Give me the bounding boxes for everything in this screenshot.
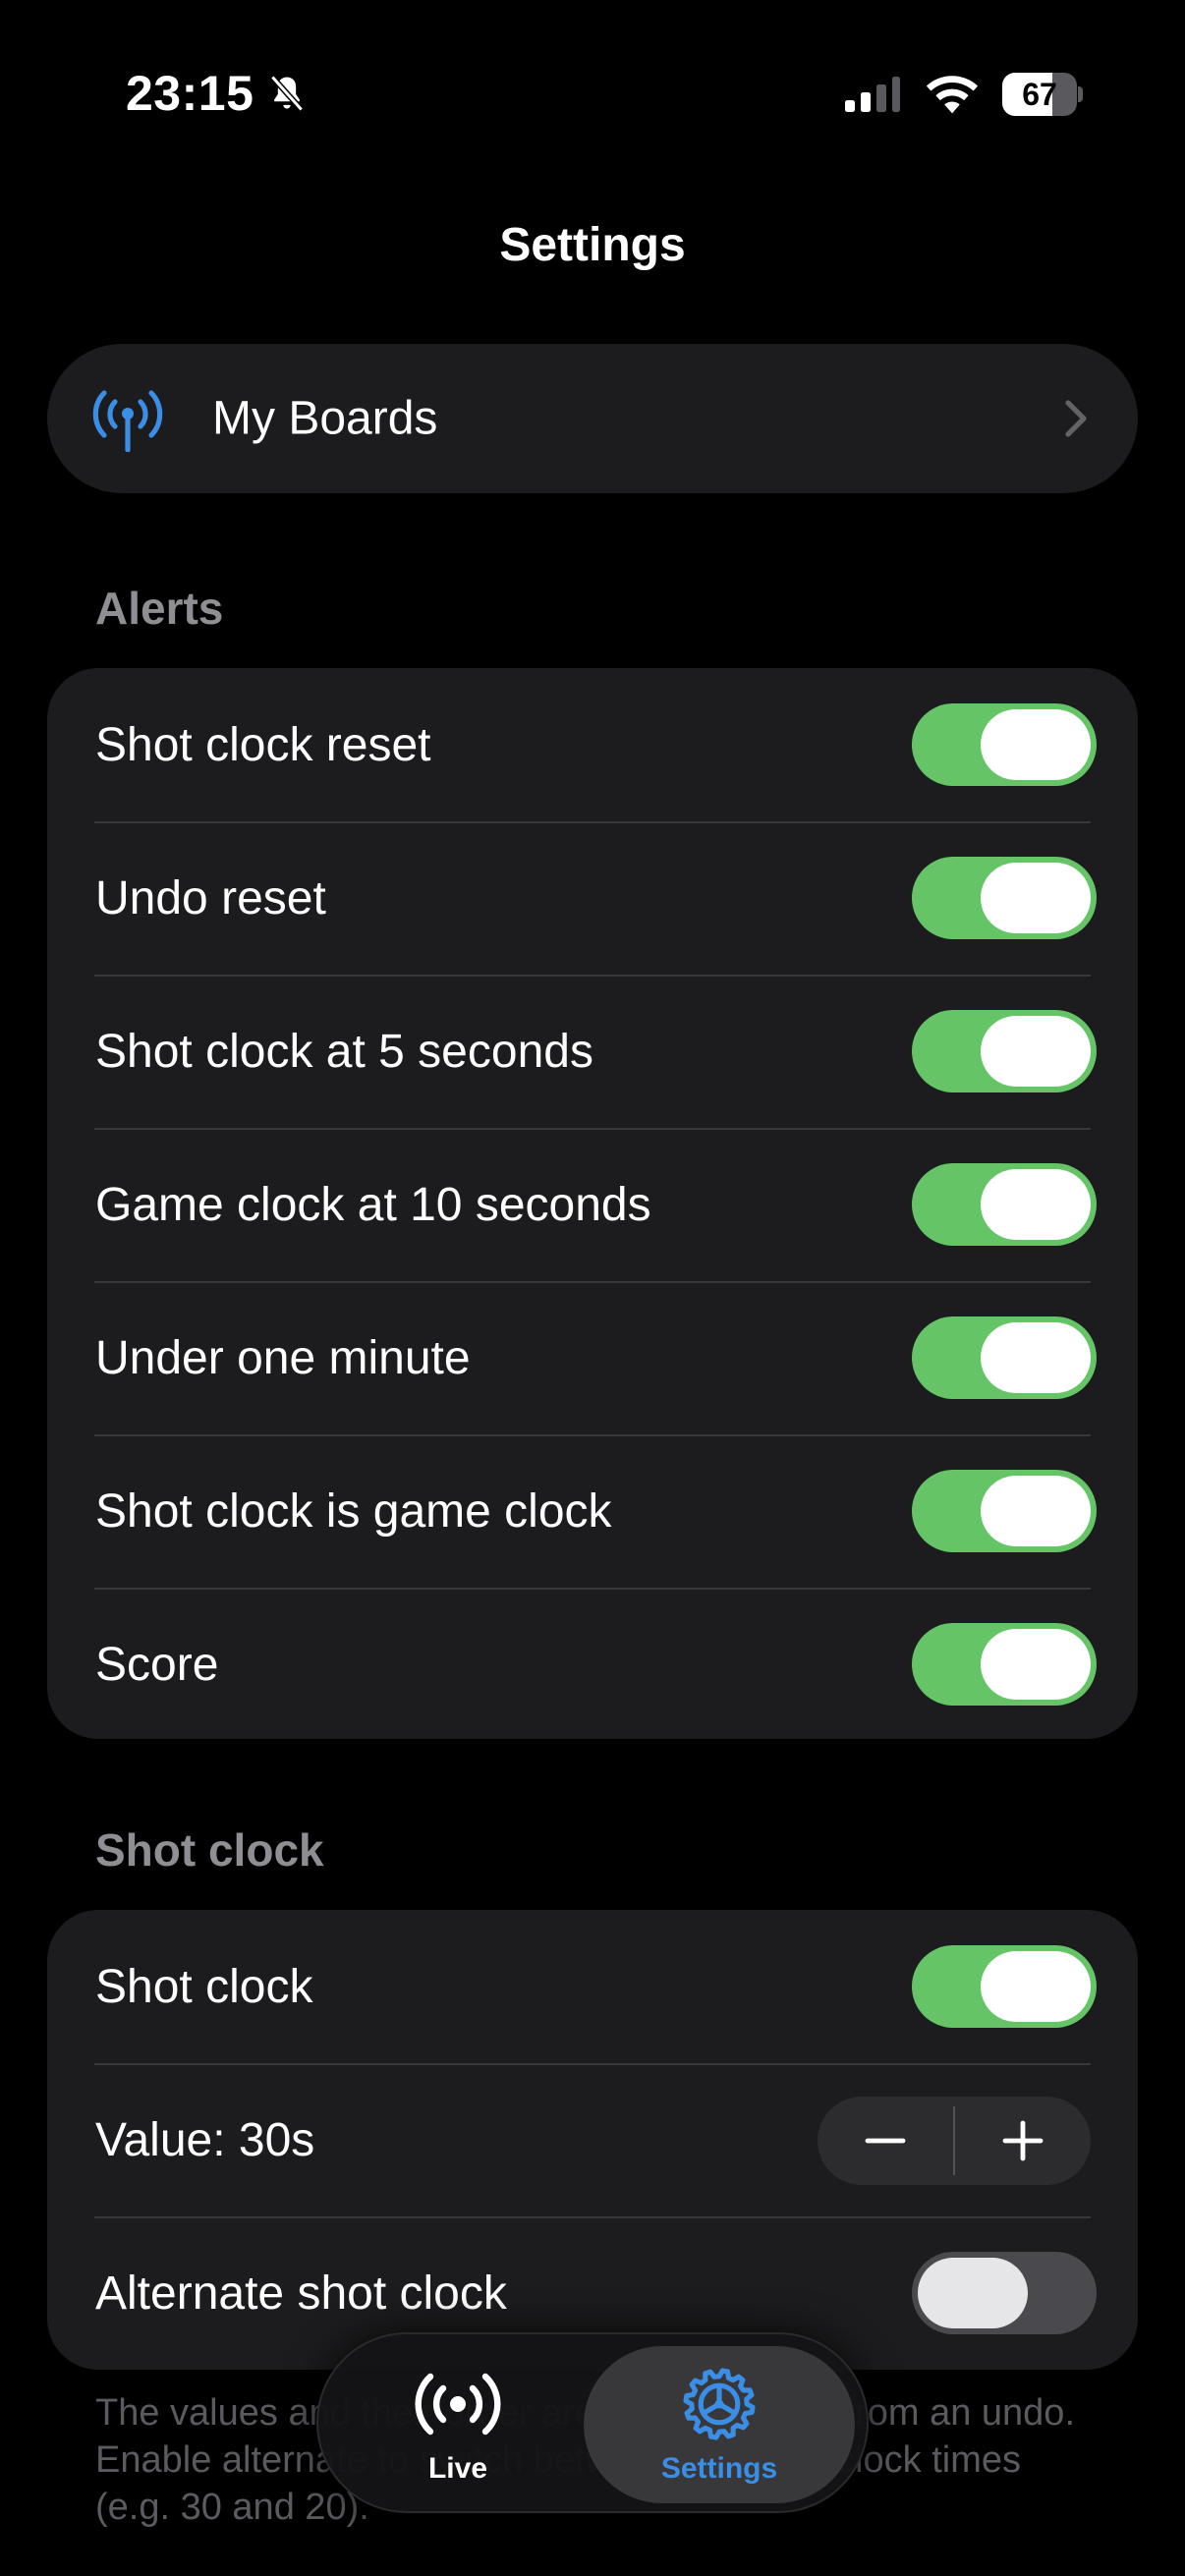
shot-is-game-clock-toggle[interactable] — [912, 1470, 1097, 1552]
status-icons: 67 — [843, 73, 1083, 116]
alert-label: Shot clock is game clock — [95, 1484, 612, 1538]
cellular-signal-icon — [845, 77, 900, 112]
bell-slash-icon — [270, 75, 305, 112]
shot-clock-reset-toggle[interactable] — [912, 703, 1097, 786]
shot-clock-5s-toggle[interactable] — [912, 1010, 1097, 1092]
my-boards-row[interactable]: My Boards — [47, 344, 1138, 493]
shot-clock-label: Shot clock — [95, 1960, 313, 2013]
alert-row-shot-clock-reset: Shot clock reset — [47, 668, 1138, 821]
antenna-icon — [92, 390, 163, 452]
wifi-icon — [926, 76, 979, 114]
decrement-button[interactable] — [818, 2097, 953, 2185]
shot-clock-value-stepper — [818, 2097, 1091, 2185]
status-time-group: 23:15 — [126, 65, 309, 122]
tab-live-label: Live — [427, 2452, 488, 2485]
alert-label: Game clock at 10 seconds — [95, 1178, 651, 1231]
increment-button[interactable] — [955, 2097, 1091, 2185]
tab-settings[interactable]: Settings — [584, 2346, 855, 2503]
alert-row-game-clock-10s: Game clock at 10 seconds — [47, 1128, 1138, 1281]
page-title: Settings — [499, 219, 686, 271]
status-time: 23:15 — [126, 66, 254, 121]
gear-icon — [683, 2368, 756, 2440]
battery-percent: 67 — [1022, 76, 1057, 112]
alternate-shot-clock-label: Alternate shot clock — [95, 2267, 507, 2320]
shot-clock-value-label: Value: 30s — [95, 2113, 315, 2166]
my-boards-label: My Boards — [212, 392, 438, 445]
shot-clock-toggle[interactable] — [912, 1945, 1097, 2028]
broadcast-icon — [415, 2373, 501, 2436]
tab-live[interactable]: Live — [332, 2346, 584, 2503]
minus-icon — [865, 2138, 906, 2144]
score-toggle[interactable] — [912, 1623, 1097, 1706]
settings-screen: 23:15 67 Settings My Boards Alerts Shot … — [0, 0, 1185, 2576]
under-one-minute-toggle[interactable] — [912, 1316, 1097, 1399]
alert-label: Undo reset — [95, 871, 326, 924]
alert-row-score: Score — [47, 1588, 1138, 1739]
shot-clock-section-header: Shot clock — [95, 1824, 324, 1876]
status-bar: 23:15 67 — [0, 0, 1185, 196]
shot-clock-row: Shot clock — [47, 1910, 1138, 2063]
shot-clock-value-row: Value: 30s — [47, 2063, 1138, 2216]
alerts-card: Shot clock reset Undo reset Shot clock a… — [47, 668, 1138, 1739]
alert-row-under-one-minute: Under one minute — [47, 1281, 1138, 1434]
alert-row-shot-clock-5s: Shot clock at 5 seconds — [47, 975, 1138, 1128]
tab-settings-label: Settings — [660, 2452, 778, 2485]
alert-row-shot-is-game-clock: Shot clock is game clock — [47, 1434, 1138, 1588]
shot-clock-card: Shot clock Value: 30s Alternate shot clo… — [47, 1910, 1138, 2370]
plus-icon — [1002, 2120, 1044, 2161]
alert-row-undo-reset: Undo reset — [47, 821, 1138, 975]
battery-icon: 67 — [1002, 73, 1083, 116]
alert-label: Score — [95, 1638, 219, 1691]
alert-label: Under one minute — [95, 1331, 471, 1384]
game-clock-10s-toggle[interactable] — [912, 1163, 1097, 1246]
alternate-shot-clock-toggle[interactable] — [912, 2252, 1097, 2334]
undo-reset-toggle[interactable] — [912, 857, 1097, 939]
chevron-right-icon — [1065, 400, 1087, 437]
alerts-section-header: Alerts — [95, 583, 224, 634]
tab-bar: Live Settings — [316, 2332, 869, 2513]
alert-label: Shot clock at 5 seconds — [95, 1025, 593, 1078]
alert-label: Shot clock reset — [95, 718, 431, 771]
